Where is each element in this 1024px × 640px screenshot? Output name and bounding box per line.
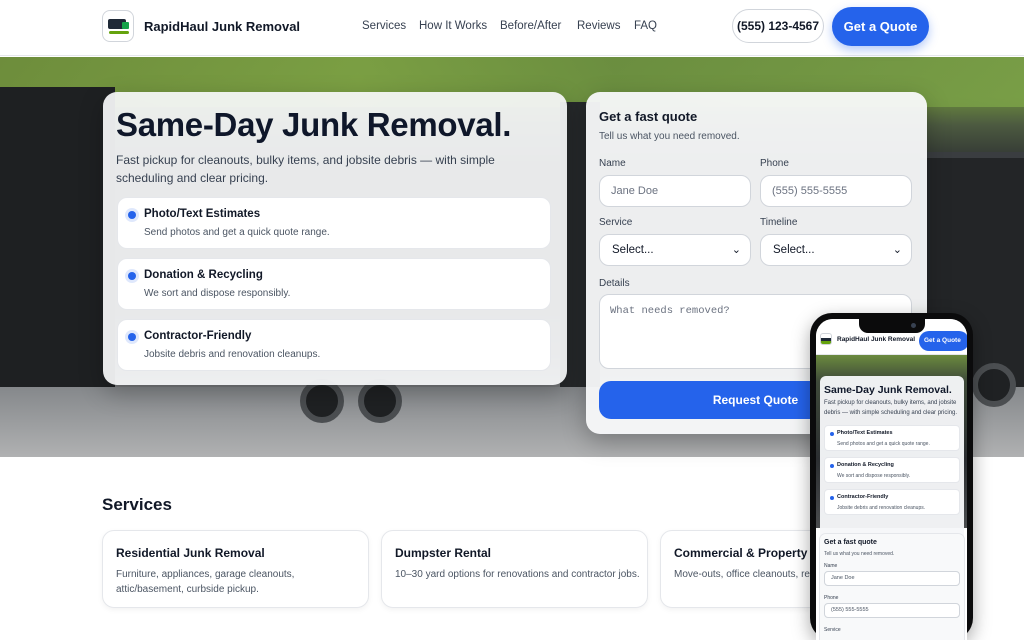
mobile-feature-desc: We sort and dispose responsibly. bbox=[837, 473, 911, 479]
mobile-phone-mockup: RapidHaul Junk Removal Get a Quote Same-… bbox=[810, 313, 973, 640]
get-quote-button[interactable]: Get a Quote bbox=[832, 7, 929, 46]
mobile-screen: RapidHaul Junk Removal Get a Quote Same-… bbox=[816, 319, 967, 640]
mobile-feature-desc: Jobsite debris and renovation cleanups. bbox=[837, 505, 926, 511]
hero-dumpster-left bbox=[0, 87, 115, 387]
phone-input[interactable]: (555) 555-5555 bbox=[760, 175, 912, 207]
details-label: Details bbox=[599, 278, 630, 289]
mobile-phone-label: Phone bbox=[824, 595, 839, 601]
hero-wheel bbox=[358, 379, 402, 423]
truck-logo-icon[interactable] bbox=[102, 10, 134, 42]
form-subtitle: Tell us what you need removed. bbox=[599, 131, 740, 142]
mobile-feature-title: Contractor-Friendly bbox=[837, 494, 889, 500]
nav-reviews[interactable]: Reviews bbox=[577, 20, 620, 32]
nav-services[interactable]: Services bbox=[362, 20, 406, 32]
mobile-hero-title: Same-Day Junk Removal. bbox=[824, 384, 952, 396]
feature-title: Donation & Recycling bbox=[144, 269, 263, 281]
feature-card: Contractor-Friendly Jobsite debris and r… bbox=[117, 319, 551, 371]
service-title: Dumpster Rental bbox=[395, 546, 492, 560]
feature-desc: We sort and dispose responsibly. bbox=[144, 288, 291, 299]
feature-card: Photo/Text Estimates Send photos and get… bbox=[117, 197, 551, 249]
timeline-label: Timeline bbox=[760, 217, 798, 228]
name-label: Name bbox=[599, 158, 626, 169]
feature-title: Contractor-Friendly bbox=[144, 330, 252, 342]
hero-title: Same-Day Junk Removal. bbox=[116, 106, 512, 143]
feature-title: Photo/Text Estimates bbox=[144, 208, 261, 220]
mobile-form-title: Get a fast quote bbox=[824, 539, 877, 546]
bullet-dot-icon bbox=[830, 496, 834, 500]
timeline-select[interactable]: Select... ⌄ bbox=[760, 234, 912, 266]
mobile-feature-card: Contractor-Friendly Jobsite debris and r… bbox=[824, 489, 960, 515]
service-card[interactable]: Residential Junk Removal Furniture, appl… bbox=[102, 530, 369, 608]
mobile-brand: RapidHaul Junk Removal bbox=[837, 336, 916, 343]
mobile-feature-desc: Send photos and get a quick quote range. bbox=[837, 441, 930, 447]
mobile-feature-title: Photo/Text Estimates bbox=[837, 430, 893, 436]
bullet-dot-icon bbox=[128, 211, 136, 219]
hero-wheel bbox=[972, 363, 1016, 407]
nav-faq[interactable]: FAQ bbox=[634, 20, 657, 32]
service-select[interactable]: Select... ⌄ bbox=[599, 234, 751, 266]
service-desc: Furniture, appliances, garage cleanouts,… bbox=[116, 569, 295, 595]
mobile-phone-input[interactable]: (555) 555-5555 bbox=[824, 603, 960, 618]
services-heading: Services bbox=[102, 495, 172, 514]
feature-desc: Jobsite debris and renovation cleanups. bbox=[144, 349, 321, 360]
camera-icon bbox=[911, 323, 916, 328]
name-input[interactable]: Jane Doe bbox=[599, 175, 751, 207]
mobile-feature-card: Photo/Text Estimates Send photos and get… bbox=[824, 425, 960, 451]
form-title: Get a fast quote bbox=[599, 109, 698, 124]
service-select-value: Select... bbox=[612, 244, 654, 256]
mobile-form-subtitle: Tell us what you need removed. bbox=[824, 551, 895, 557]
brand-name[interactable]: RapidHaul Junk Removal bbox=[144, 19, 300, 34]
feature-card: Donation & Recycling We sort and dispose… bbox=[117, 258, 551, 310]
chevron-down-icon: ⌄ bbox=[731, 244, 741, 256]
mobile-get-quote-button[interactable]: Get a Quote bbox=[919, 331, 967, 351]
chevron-down-icon: ⌄ bbox=[892, 244, 902, 256]
truck-logo-icon bbox=[820, 333, 832, 345]
bullet-dot-icon bbox=[128, 272, 136, 280]
bullet-dot-icon bbox=[830, 464, 834, 468]
timeline-select-value: Select... bbox=[773, 244, 815, 256]
service-title: Residential Junk Removal bbox=[116, 546, 265, 560]
service-desc: 10–30 yard options for renovations and c… bbox=[395, 569, 640, 580]
hero-subtitle: Fast pickup for cleanouts, bulky items, … bbox=[116, 153, 495, 185]
service-title: Commercial & Property M bbox=[674, 546, 821, 560]
service-label: Service bbox=[599, 217, 633, 228]
phone-label: Phone bbox=[760, 158, 789, 169]
phone-notch bbox=[859, 319, 925, 333]
bullet-dot-icon bbox=[128, 333, 136, 341]
mobile-feature-card: Donation & Recycling We sort and dispose… bbox=[824, 457, 960, 483]
mobile-form-card bbox=[820, 534, 964, 640]
hero-wheel bbox=[300, 379, 344, 423]
mobile-name-label: Name bbox=[824, 563, 838, 569]
nav-how-it-works[interactable]: How It Works bbox=[419, 20, 487, 32]
mobile-hero-subtitle: Fast pickup for cleanouts, bulky items, … bbox=[824, 400, 958, 416]
mobile-service-label: Service bbox=[824, 627, 841, 633]
phone-button[interactable]: (555) 123-4567 bbox=[732, 9, 824, 43]
mobile-name-input[interactable]: Jane Doe bbox=[824, 571, 960, 586]
feature-desc: Send photos and get a quick quote range. bbox=[144, 227, 330, 238]
bullet-dot-icon bbox=[830, 432, 834, 436]
service-card[interactable]: Dumpster Rental 10–30 yard options for r… bbox=[381, 530, 648, 608]
mobile-feature-title: Donation & Recycling bbox=[837, 462, 894, 468]
site-header: RapidHaul Junk Removal Services How It W… bbox=[0, 0, 1024, 56]
nav-before-after[interactable]: Before/After bbox=[500, 20, 561, 32]
